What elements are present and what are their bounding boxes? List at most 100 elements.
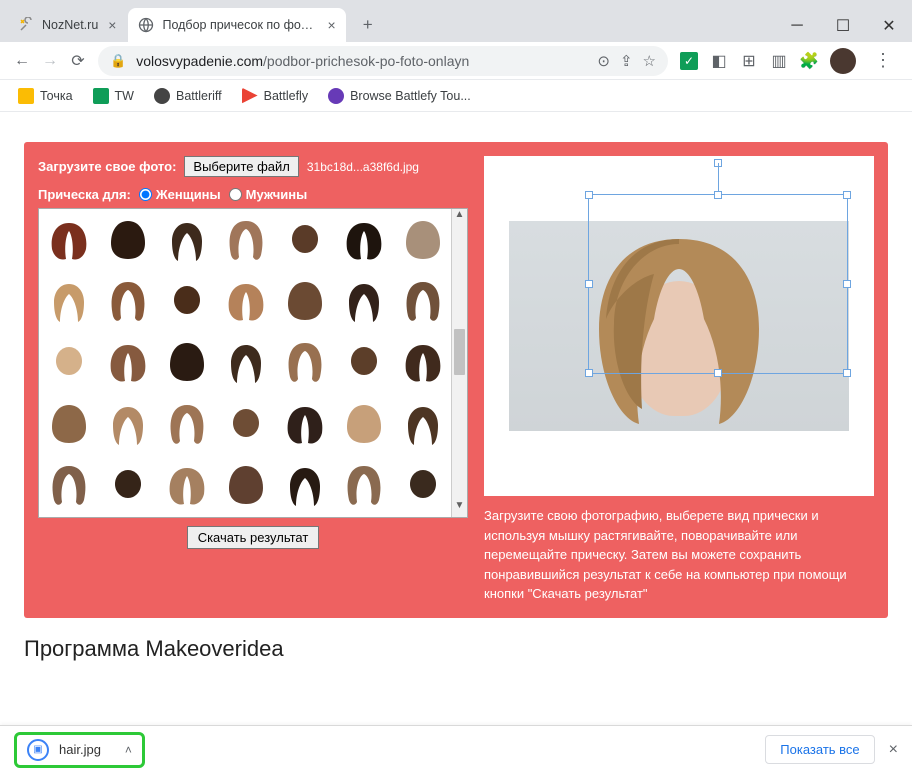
hairstyle-thumbnail[interactable] [41,456,98,514]
widget-right-column: Загрузите свою фотографию, выберете вид … [484,156,874,604]
scroll-down-arrow-icon[interactable]: ▼ [452,500,467,517]
resize-handle[interactable] [714,191,722,199]
maximize-button[interactable]: ☐ [820,10,866,42]
hairstyle-thumbnail[interactable] [159,395,216,453]
hairstyle-thumbnail[interactable] [276,272,333,330]
widget-left-column: Загрузите свое фото: Выберите файл 31bc1… [38,156,468,604]
hairstyle-thumbnail[interactable] [394,211,451,269]
window-controls: ─ ☐ ✕ [774,10,912,42]
upload-row: Загрузите свое фото: Выберите файл 31bc1… [38,156,468,177]
resize-handle[interactable] [843,191,851,199]
back-button[interactable]: ← [8,47,36,75]
bookmark-item[interactable]: Точка [10,84,81,108]
hairstyle-thumbnail[interactable] [218,456,275,514]
resize-handle[interactable] [843,369,851,377]
hairstyle-thumbnail[interactable] [218,211,275,269]
hairstyle-thumbnail[interactable] [159,211,216,269]
scrollbar-thumb[interactable] [454,329,465,375]
extensions-area: ✓ ◧ ⊞ ▥ 🧩 ⋮ [674,48,904,74]
resize-handle[interactable] [843,280,851,288]
hairstyle-thumbnail[interactable] [218,272,275,330]
hairstyle-thumbnail[interactable] [276,456,333,514]
hairstyle-thumbnail[interactable] [394,272,451,330]
download-item[interactable]: ▣ hair.jpg ˄ [14,732,145,768]
hairstyle-thumbnail[interactable] [394,395,451,453]
extension-icon[interactable]: ▥ [770,52,788,70]
extensions-puzzle-icon[interactable]: 🧩 [800,52,818,70]
bookmark-item[interactable]: Battlefly [234,84,316,108]
instructions-text: Загрузите свою фотографию, выберете вид … [484,506,874,604]
close-window-button[interactable]: ✕ [866,10,912,42]
hairstyle-thumbnail[interactable] [100,333,157,391]
resize-handle[interactable] [585,191,593,199]
hairstyle-thumbnail[interactable] [100,211,157,269]
bookmark-item[interactable]: Battleriff [146,84,230,108]
gender-male-radio[interactable] [229,188,242,201]
hairstyle-thumbnail[interactable] [335,333,392,391]
hairstyle-thumbnail[interactable] [335,272,392,330]
hairstyle-thumbnail[interactable] [335,395,392,453]
forward-button[interactable]: → [36,47,64,75]
gender-female-radio[interactable] [139,188,152,201]
hairstyle-thumbnail[interactable] [218,333,275,391]
hairstyle-thumbnail[interactable] [394,333,451,391]
bookmark-icon [154,88,170,104]
bookmark-item[interactable]: Browse Battlefy Tou... [320,84,479,108]
download-result-button[interactable]: Скачать результат [187,526,320,549]
url-domain: volosvypadenie.com [136,53,263,69]
hairstyle-thumbnail[interactable] [276,395,333,453]
hairstyle-thumbnail[interactable] [41,211,98,269]
show-all-downloads-button[interactable]: Показать все [765,735,874,764]
hairstyle-thumbnail[interactable] [41,333,98,391]
chevron-up-icon[interactable]: ˄ [125,743,132,757]
reload-button[interactable]: ⟳ [64,47,92,75]
choose-file-button[interactable]: Выберите файл [184,156,298,177]
extension-icon[interactable]: ◧ [710,52,728,70]
resize-handle[interactable] [585,369,593,377]
scroll-up-arrow-icon[interactable]: ▲ [452,209,467,226]
star-icon[interactable]: ☆ [643,52,656,70]
palette-scrollbar[interactable]: ▲ ▼ [451,209,467,517]
hairstyle-grid [41,211,465,515]
bookmark-icon [93,88,109,104]
close-icon[interactable]: × [327,17,335,33]
profile-avatar[interactable] [830,48,856,74]
hairstyle-thumbnail[interactable] [335,211,392,269]
kebab-menu-icon[interactable]: ⋮ [868,50,898,71]
hairstyle-thumbnail[interactable] [276,333,333,391]
hairstyle-thumbnail[interactable] [276,211,333,269]
minimize-button[interactable]: ─ [774,10,820,42]
globe-icon [138,17,154,33]
bookmark-icon [328,88,344,104]
hairstyle-thumbnail[interactable] [218,395,275,453]
preview-canvas[interactable] [484,156,874,496]
hairstyle-thumbnail[interactable] [100,456,157,514]
share-icon[interactable]: ⇪ [620,52,633,70]
search-icon[interactable]: ⊙ [597,52,610,70]
tab-noznet[interactable]: NozNet.ru × [8,8,126,42]
hairstyle-thumbnail[interactable] [159,333,216,391]
tab-active[interactable]: Подбор причесок по фото онла × [128,8,345,42]
new-tab-button[interactable]: + [354,11,382,39]
close-icon[interactable]: × [108,17,116,33]
hairstyle-thumbnail[interactable] [159,272,216,330]
hairstyle-thumbnail[interactable] [41,272,98,330]
hairstyle-thumbnail[interactable] [41,395,98,453]
hairstyle-widget: Загрузите свое фото: Выберите файл 31bc1… [24,142,888,618]
resize-handle[interactable] [714,369,722,377]
resize-handle[interactable] [585,280,593,288]
selected-filename: 31bc18d...a38f6d.jpg [307,160,419,174]
hairstyle-thumbnail[interactable] [159,456,216,514]
bookmark-item[interactable]: TW [85,84,142,108]
tab-title: NozNet.ru [42,18,98,32]
address-bar[interactable]: 🔒 volosvypadenie.com/podbor-prichesok-po… [98,46,668,76]
hairstyle-thumbnail[interactable] [394,456,451,514]
selection-box[interactable] [588,194,848,374]
lock-icon: 🔒 [110,53,126,69]
extension-icon[interactable]: ⊞ [740,52,758,70]
extension-check-icon[interactable]: ✓ [680,52,698,70]
hairstyle-thumbnail[interactable] [100,272,157,330]
hairstyle-thumbnail[interactable] [100,395,157,453]
close-icon[interactable]: × [889,741,898,759]
hairstyle-thumbnail[interactable] [335,456,392,514]
